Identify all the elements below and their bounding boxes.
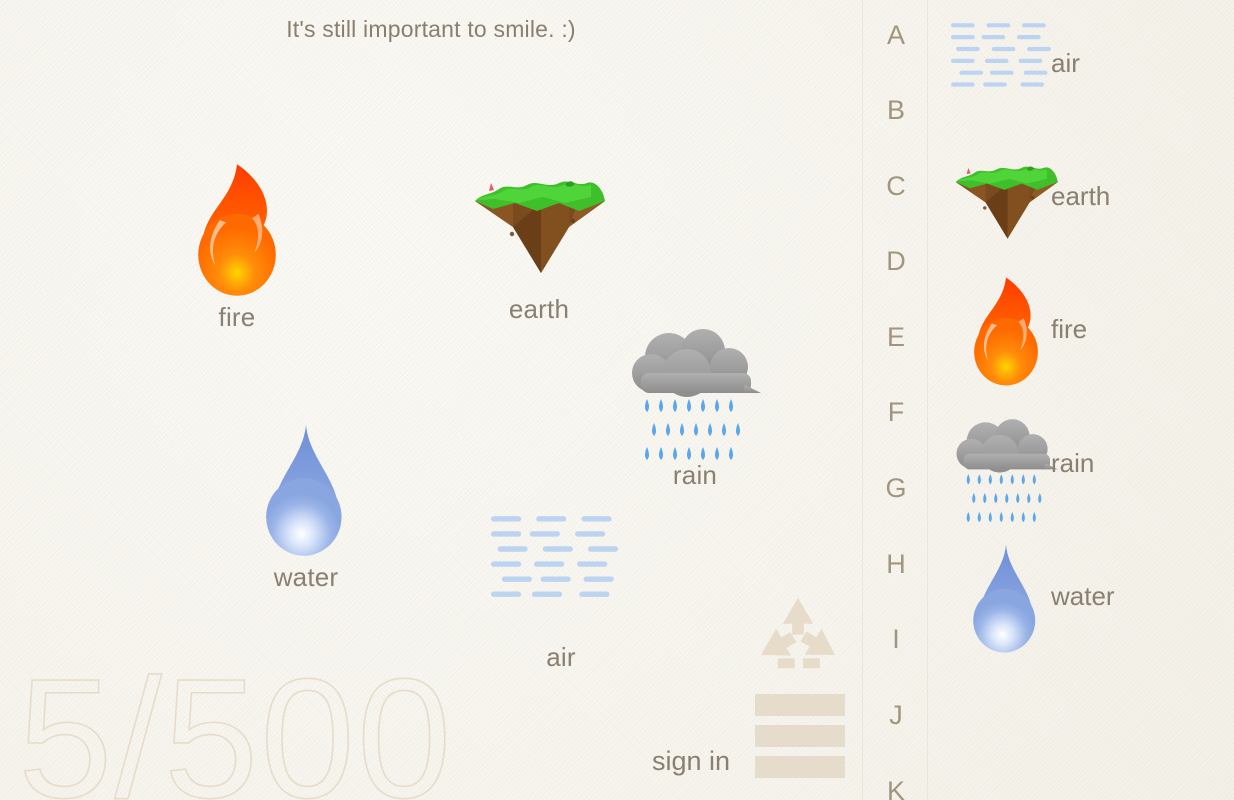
library-item-water[interactable]: water (929, 541, 1234, 671)
menu-bar-2 (755, 725, 845, 747)
fire-icon (974, 277, 1038, 386)
recycle-icon[interactable] (756, 596, 840, 670)
water-icon[interactable] (236, 420, 376, 560)
discovery-counter: 5/500 (17, 644, 454, 800)
water-icon (266, 424, 342, 556)
menu-bar-3 (755, 756, 845, 778)
library-item-label: fire (1051, 314, 1088, 344)
rain-icon[interactable] (625, 318, 765, 460)
canvas-element-label: water (273, 562, 339, 592)
canvas-element-label: earth (508, 294, 570, 324)
canvas-element-label: air (546, 642, 576, 672)
recycle-glyph (761, 597, 835, 669)
rail-letter-h[interactable]: H (863, 549, 929, 580)
rail-letter-f[interactable]: F (863, 397, 929, 428)
library-item-label: water (1051, 581, 1115, 611)
hamburger-menu-icon[interactable] (755, 694, 845, 787)
canvas-element-label: fire (218, 302, 256, 332)
fire-icon[interactable] (167, 160, 307, 300)
element-library-panel[interactable]: air earth fire rain water (929, 0, 1234, 800)
rail-letter-i[interactable]: I (863, 624, 929, 655)
canvas-element-water[interactable]: water (231, 420, 381, 593)
library-item-label: air (1051, 48, 1080, 78)
rail-letter-d[interactable]: D (863, 246, 929, 277)
earth-icon[interactable] (469, 152, 609, 292)
rain-icon[interactable] (951, 408, 1061, 523)
rain-icon (956, 419, 1058, 523)
water-icon[interactable] (951, 541, 1061, 656)
footer-controls: sign in (650, 596, 860, 800)
library-item-earth[interactable]: earth (929, 141, 1234, 271)
earth-icon (955, 166, 1058, 239)
fire-icon (198, 164, 276, 296)
canvas-element-rain[interactable]: rain (620, 318, 770, 491)
air-icon[interactable] (951, 8, 1061, 123)
sign-in-button[interactable]: sign in (652, 746, 730, 777)
alphabet-rail[interactable]: A B C D E F G H I J K (862, 0, 928, 800)
earth-icon (475, 181, 605, 273)
water-icon (973, 544, 1036, 653)
rain-icon (632, 329, 761, 460)
library-item-fire[interactable]: fire (929, 274, 1234, 404)
rail-letter-j[interactable]: J (863, 700, 929, 731)
rail-letter-c[interactable]: C (863, 171, 929, 202)
rail-letter-b[interactable]: B (863, 95, 929, 126)
canvas-element-fire[interactable]: fire (162, 160, 312, 333)
fire-icon[interactable] (951, 274, 1061, 389)
canvas-element-earth[interactable]: earth (464, 152, 614, 325)
library-item-air[interactable]: air (929, 8, 1234, 138)
library-item-label: earth (1051, 181, 1111, 211)
canvas-element-air[interactable]: air (486, 500, 636, 673)
canvas-element-label: rain (672, 460, 718, 490)
earth-icon[interactable] (951, 141, 1061, 256)
air-icon (491, 516, 619, 597)
menu-bar-1 (755, 694, 845, 716)
air-icon[interactable] (491, 500, 631, 640)
rail-letter-g[interactable]: G (863, 473, 929, 504)
library-item-label: rain (1051, 448, 1095, 478)
library-item-rain[interactable]: rain (929, 408, 1234, 538)
rail-letter-e[interactable]: E (863, 322, 929, 353)
air-icon (951, 23, 1051, 87)
game-root: It's still important to smile. :) fire e… (0, 0, 1234, 800)
rail-letter-k[interactable]: K (863, 776, 929, 800)
rail-letter-a[interactable]: A (863, 20, 929, 51)
